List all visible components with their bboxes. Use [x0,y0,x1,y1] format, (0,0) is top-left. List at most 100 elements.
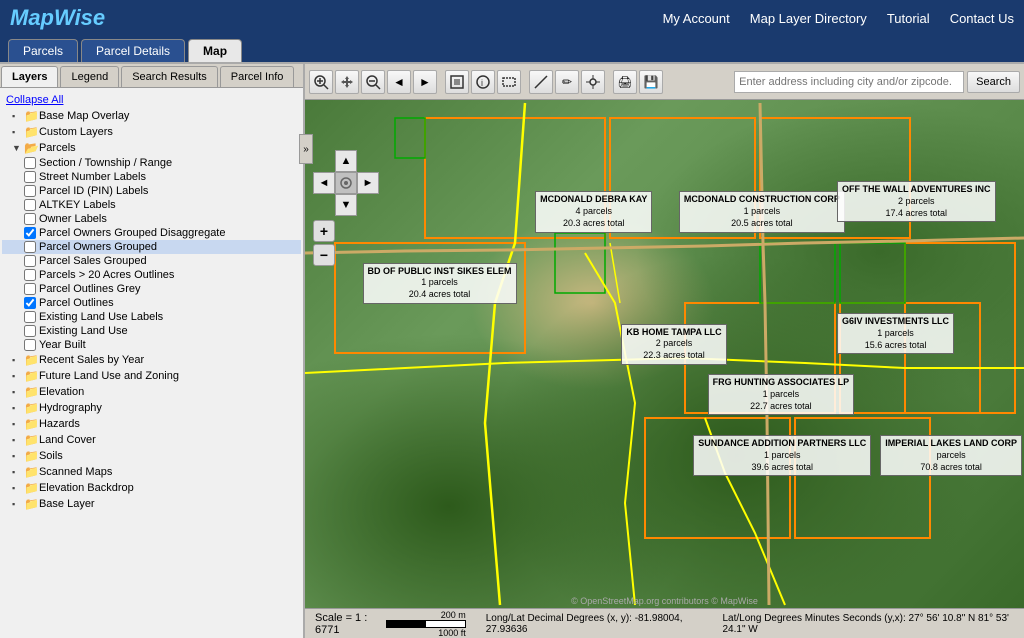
expand-icon[interactable]: ▪ [12,467,24,477]
layer-recent-sales[interactable]: ▪ 📁 Recent Sales by Year [2,352,301,368]
layer-soils[interactable]: ▪ 📁 Soils [2,448,301,464]
layer-checkbox[interactable] [24,171,36,183]
print-button[interactable]: 🖨 [613,70,637,94]
tab-parcels[interactable]: Parcels [8,39,78,62]
draw-button[interactable]: ✏ [555,70,579,94]
layer-base-map-overlay[interactable]: ▪ 📁 Base Map Overlay [2,108,301,124]
collapse-all-button[interactable]: Collapse All [2,92,301,108]
measure-button[interactable] [529,70,553,94]
save-button[interactable]: 💾 [639,70,663,94]
zoom-out-button[interactable] [361,70,385,94]
layer-checkbox[interactable] [24,227,36,239]
expand-icon[interactable]: ▪ [12,435,24,445]
expand-icon[interactable]: ▪ [12,403,24,413]
layer-parcels-group[interactable]: ▼ 📂 Parcels [2,140,301,156]
layer-section-township[interactable]: Section / Township / Range [2,156,301,170]
inner-tab-legend[interactable]: Legend [60,66,119,87]
layer-checkbox[interactable] [24,339,36,351]
folder-icon: 📁 [24,449,39,463]
zoom-in-control[interactable]: + [313,220,335,242]
inner-tab-layers[interactable]: Layers [1,66,58,87]
layer-hydrography[interactable]: ▪ 📁 Hydrography [2,400,301,416]
expand-icon[interactable]: ▪ [12,127,24,137]
zoom-out-control[interactable]: − [313,244,335,266]
expand-icon[interactable]: ▪ [12,483,24,493]
folder-icon: 📁 [24,353,39,367]
pan-center-button[interactable] [335,172,357,194]
zoom-in-button[interactable] [309,70,333,94]
address-search-input[interactable] [734,71,964,93]
layer-checkbox[interactable] [24,311,36,323]
expand-icon[interactable]: ▪ [12,111,24,121]
layer-parcel-outlines[interactable]: Parcel Outlines [2,296,301,310]
layer-checkbox[interactable] [24,199,36,211]
layer-label: Year Built [39,339,299,351]
layer-label: Elevation Backdrop [39,482,299,494]
layer-label: Parcel Outlines [39,297,299,309]
layer-parcel-sales-grouped[interactable]: Parcel Sales Grouped [2,254,301,268]
layer-label: Parcel Sales Grouped [39,255,299,267]
layer-parcels-20-acres[interactable]: Parcels > 20 Acres Outlines [2,268,301,282]
coords-label: Long/Lat Decimal Degrees (x, y): [486,613,632,624]
layer-custom-layers[interactable]: ▪ 📁 Custom Layers [2,124,301,140]
expand-icon[interactable]: ▪ [12,451,24,461]
identify-button[interactable]: i [471,70,495,94]
inner-tab-parcel-info[interactable]: Parcel Info [220,66,295,87]
layer-checkbox[interactable] [24,241,36,253]
layer-checkbox[interactable] [24,255,36,267]
address-search-button[interactable]: Search [967,71,1020,93]
layer-existing-land-use-labels[interactable]: Existing Land Use Labels [2,310,301,324]
expand-icon[interactable]: ▪ [12,387,24,397]
panel-collapse-button[interactable]: » [299,134,313,164]
pan-north-button[interactable]: ▲ [335,150,357,172]
parcel-label-g6iv: G6IV INVESTMENTS LLC1 parcels15.6 acres … [837,313,954,354]
layer-parcel-outlines-grey[interactable]: Parcel Outlines Grey [2,282,301,296]
expand-icon[interactable]: ▪ [12,371,24,381]
select-rect-button[interactable] [497,70,521,94]
layer-scanned-maps[interactable]: ▪ 📁 Scanned Maps [2,464,301,480]
nav-my-account[interactable]: My Account [663,11,730,26]
layer-elevation-backdrop[interactable]: ▪ 📁 Elevation Backdrop [2,480,301,496]
layer-hazards[interactable]: ▪ 📁 Hazards [2,416,301,432]
layer-altkey[interactable]: ALTKEY Labels [2,198,301,212]
layer-future-land-use[interactable]: ▪ 📁 Future Land Use and Zoning [2,368,301,384]
inner-tab-search-results[interactable]: Search Results [121,66,218,87]
layer-year-built[interactable]: Year Built [2,338,301,352]
layer-base-layer[interactable]: ▪ 📁 Base Layer [2,496,301,512]
expand-icon[interactable]: ▪ [12,499,24,509]
expand-icon[interactable]: ▪ [12,419,24,429]
map-canvas[interactable]: ▲ ◄ ► ▼ + − [305,100,1024,608]
layer-parcel-owners-disaggregate[interactable]: Parcel Owners Grouped Disaggregate [2,226,301,240]
tab-parcel-details[interactable]: Parcel Details [81,39,185,62]
pan-west-button[interactable]: ◄ [313,172,335,194]
layer-parcel-owners-grouped[interactable]: Parcel Owners Grouped [2,240,301,254]
pan-south-button[interactable]: ▼ [335,194,357,216]
back-button[interactable]: ◄ [387,70,411,94]
full-extent-button[interactable] [445,70,469,94]
layer-checkbox[interactable] [24,283,36,295]
layer-checkbox[interactable] [24,157,36,169]
tab-map[interactable]: Map [188,39,242,62]
forward-button[interactable]: ► [413,70,437,94]
expand-icon[interactable]: ▪ [12,355,24,365]
layer-checkbox[interactable] [24,185,36,197]
layer-checkbox[interactable] [24,213,36,225]
layer-land-cover[interactable]: ▪ 📁 Land Cover [2,432,301,448]
expand-icon[interactable]: ▼ [12,143,24,153]
layer-existing-land-use[interactable]: Existing Land Use [2,324,301,338]
layer-elevation[interactable]: ▪ 📁 Elevation [2,384,301,400]
nav-contact-us[interactable]: Contact Us [950,11,1014,26]
layer-checkbox[interactable] [24,269,36,281]
layer-label: Base Map Overlay [39,110,299,122]
pan-east-button[interactable]: ► [357,172,379,194]
pan-button[interactable] [335,70,359,94]
layer-street-number[interactable]: Street Number Labels [2,170,301,184]
nav-tutorial[interactable]: Tutorial [887,11,930,26]
layer-checkbox[interactable] [24,297,36,309]
nav-map-layer-directory[interactable]: Map Layer Directory [750,11,867,26]
layer-checkbox[interactable] [24,325,36,337]
layer-owner-labels[interactable]: Owner Labels [2,212,301,226]
coordinates-button[interactable] [581,70,605,94]
layer-label: Base Layer [39,498,299,510]
layer-parcel-id[interactable]: Parcel ID (PIN) Labels [2,184,301,198]
